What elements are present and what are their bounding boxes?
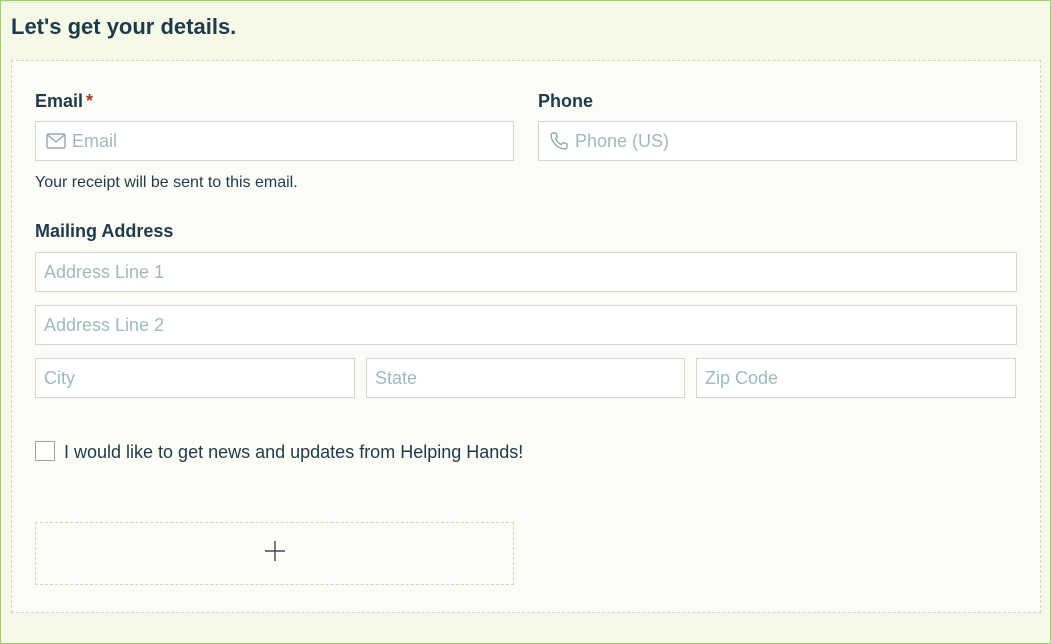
phone-input[interactable] <box>571 122 1016 160</box>
state-input[interactable] <box>367 359 684 397</box>
top-shadow <box>1 1 521 5</box>
email-field[interactable] <box>35 121 514 161</box>
address-line2-input[interactable] <box>36 306 1016 344</box>
email-input[interactable] <box>68 122 513 160</box>
required-mark: * <box>86 91 94 111</box>
page-title: Let's get your details. <box>11 14 237 39</box>
address-line1-input[interactable] <box>36 253 1016 291</box>
email-label-text: Email <box>35 91 84 111</box>
zip-field[interactable] <box>696 358 1016 398</box>
email-help-text: Your receipt will be sent to this email. <box>35 174 298 191</box>
address-line2-field[interactable] <box>35 305 1017 345</box>
plus-icon <box>264 540 286 567</box>
city-input[interactable] <box>36 359 354 397</box>
phone-label: Phone <box>538 91 594 111</box>
city-field[interactable] <box>35 358 355 398</box>
address-line1-field[interactable] <box>35 252 1017 292</box>
mailing-address-label: Mailing Address <box>35 221 174 241</box>
state-field[interactable] <box>366 358 685 398</box>
details-panel: Email* Your receipt will be sent to this… <box>11 60 1041 613</box>
zip-input[interactable] <box>697 359 1015 397</box>
newsletter-checkbox[interactable] <box>35 441 55 461</box>
email-label: Email * <box>35 91 93 112</box>
details-form-frame: Let's get your details. Email* Your rece… <box>0 0 1051 644</box>
envelope-icon <box>44 129 68 153</box>
newsletter-label[interactable]: I would like to get news and updates fro… <box>64 442 523 463</box>
add-button[interactable] <box>35 522 514 585</box>
phone-icon <box>547 129 571 153</box>
phone-field[interactable] <box>538 121 1017 161</box>
